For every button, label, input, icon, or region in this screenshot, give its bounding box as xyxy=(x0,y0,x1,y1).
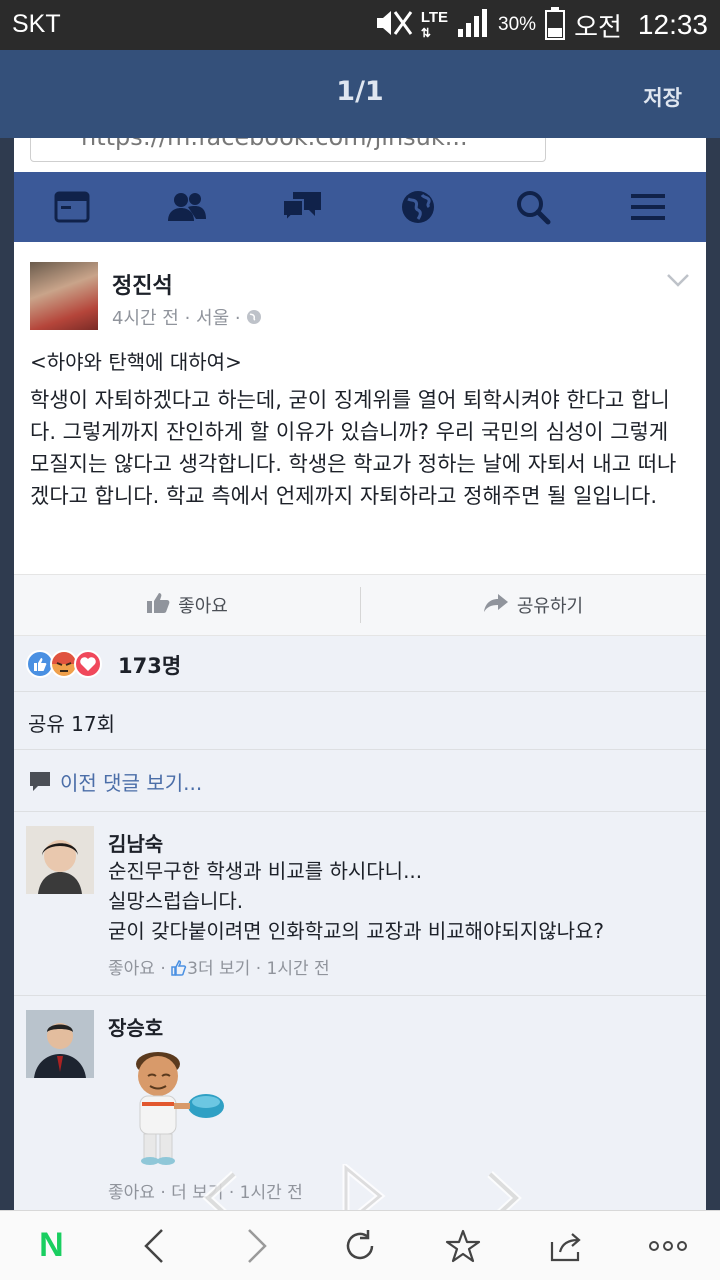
globe-icon[interactable] xyxy=(396,185,440,229)
post: 정진석 4시간 전 · 서울 · <하야와 탄핵에 대하여> 학생이 자퇴하겠다… xyxy=(14,242,706,574)
chevron-down-icon[interactable] xyxy=(666,272,690,291)
like-label: 좋아요 xyxy=(178,596,228,617)
facebook-nav-bar xyxy=(14,172,706,242)
save-button[interactable]: 저장 xyxy=(643,82,682,112)
comment-text: 순진무구한 학생과 비교를 하시다니... 실망스럽습니다. 굳이 갖다붙이려면… xyxy=(108,859,605,943)
post-author[interactable]: 정진석 xyxy=(112,268,173,300)
comment-bubble-icon xyxy=(28,770,52,796)
comment-like-count: 3 xyxy=(187,959,198,979)
comment-meta[interactable]: 좋아요 · 더 보기 · 1시간 전 xyxy=(108,1178,303,1203)
mute-icon xyxy=(373,8,413,42)
viewer-header: 1/1 저장 xyxy=(0,50,720,138)
messages-icon[interactable] xyxy=(280,185,324,229)
commenter-name[interactable]: 장승호 xyxy=(108,1012,163,1041)
previous-comments-link[interactable]: 이전 댓글 보기... xyxy=(14,750,706,812)
post-actions: 좋아요 공유하기 xyxy=(14,574,706,636)
search-icon[interactable] xyxy=(511,185,555,229)
status-icons: LTE ⇅ 30% 오전 12:33 xyxy=(373,6,708,44)
ampm-label: 오전 xyxy=(574,12,622,43)
browser-bottom-toolbar: N xyxy=(0,1210,720,1280)
clock: 12:33 xyxy=(637,9,708,40)
signal-icon xyxy=(456,7,490,43)
comment-meta-rest[interactable]: 더 보기 · 1시간 전 xyxy=(198,959,330,979)
share-label: 공유하기 xyxy=(516,596,584,617)
forward-icon[interactable] xyxy=(227,1216,287,1276)
like-button[interactable]: 좋아요 xyxy=(14,575,360,635)
back-icon[interactable] xyxy=(124,1216,184,1276)
browser-url-strip: https://m.facebook.com/jinsuk... xyxy=(14,138,706,172)
bookmark-star-icon[interactable] xyxy=(433,1216,493,1276)
sticker-image xyxy=(118,1046,228,1170)
post-meta: 4시간 전 · 서울 · xyxy=(112,304,262,330)
status-bar: SKT LTE ⇅ 30% 오전 12:33 xyxy=(0,0,720,50)
carrier-name: SKT xyxy=(12,10,61,38)
thumbs-up-icon xyxy=(146,592,170,619)
friends-icon[interactable] xyxy=(165,185,209,229)
battery-icon xyxy=(544,6,566,44)
previous-comments-label: 이전 댓글 보기... xyxy=(60,771,203,795)
commenter-avatar[interactable] xyxy=(26,1010,94,1078)
share-count: 공유 17회 xyxy=(28,712,116,736)
small-thumbs-up-icon xyxy=(171,960,187,981)
news-feed-icon[interactable] xyxy=(50,185,94,229)
reaction-icons xyxy=(26,650,102,682)
naver-home-icon[interactable]: N xyxy=(21,1216,81,1276)
commenter-avatar[interactable] xyxy=(26,826,94,894)
more-icon[interactable] xyxy=(638,1216,698,1276)
reactions-row[interactable]: 173명 xyxy=(14,636,706,692)
menu-icon[interactable] xyxy=(626,185,670,229)
comment: 장승호 좋아요 · 더 보기 · 1시간 전 xyxy=(14,996,706,1210)
page-indicator: 1/1 xyxy=(336,76,384,107)
url-field[interactable]: https://m.facebook.com/jinsuk... xyxy=(30,138,546,162)
post-title: <하야와 탄핵에 대하여> xyxy=(30,350,242,374)
reaction-count: 173명 xyxy=(118,654,182,678)
share-arrow-icon xyxy=(483,593,509,618)
share-button[interactable]: 공유하기 xyxy=(360,575,706,635)
facebook-screenshot: https://m.facebook.com/jinsuk... 정진석 4시간… xyxy=(14,138,706,1210)
comment-meta: 좋아요 · 3더 보기 · 1시간 전 xyxy=(108,954,330,981)
author-avatar[interactable] xyxy=(30,262,98,330)
share-count-row[interactable]: 공유 17회 xyxy=(14,692,706,750)
battery-percent: 30% xyxy=(498,14,537,35)
public-globe-icon xyxy=(246,309,262,330)
comment-like-link[interactable]: 좋아요 · xyxy=(108,959,166,979)
comment: 김남숙 순진무구한 학생과 비교를 하시다니... 실망스럽습니다. 굳이 갖다… xyxy=(14,812,706,996)
love-reaction-icon xyxy=(74,650,102,682)
refresh-icon[interactable] xyxy=(330,1216,390,1276)
commenter-name[interactable]: 김남숙 xyxy=(108,828,163,857)
post-body: 학생이 자퇴하겠다고 하는데, 굳이 징계위를 열어 퇴학시켜야 한다고 합니다… xyxy=(30,388,677,508)
network-type: LTE ⇅ xyxy=(420,9,449,40)
share-icon[interactable] xyxy=(536,1216,596,1276)
